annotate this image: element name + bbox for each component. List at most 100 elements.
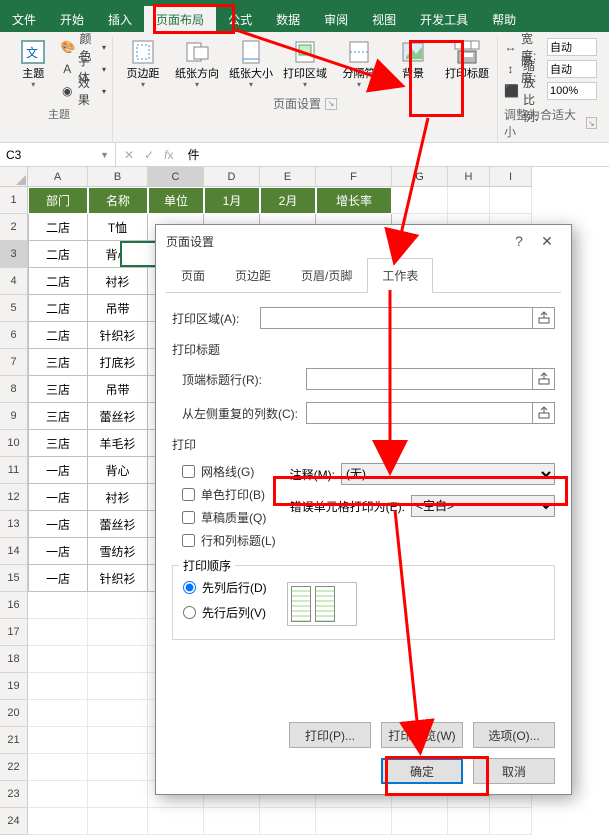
cell[interactable] [490, 808, 532, 835]
cell[interactable] [88, 619, 148, 646]
cancel-formula-icon[interactable]: ✕ [124, 148, 134, 162]
cell[interactable] [88, 727, 148, 754]
col-header[interactable]: C [148, 167, 204, 187]
row-header[interactable]: 18 [0, 646, 28, 673]
options-button[interactable]: 选项(O)... [473, 722, 555, 748]
cell[interactable]: 单位 [148, 187, 204, 214]
dialog-tab-margins[interactable]: 页边距 [220, 258, 286, 293]
cell[interactable] [392, 187, 448, 214]
col-header[interactable]: G [392, 167, 448, 187]
rowcol-headings-checkbox[interactable] [182, 534, 195, 547]
cell[interactable]: 打底衫 [88, 349, 148, 376]
row-header[interactable]: 17 [0, 619, 28, 646]
range-picker-button[interactable] [533, 307, 555, 329]
row-header[interactable]: 10 [0, 430, 28, 457]
cell[interactable]: T恤 [88, 214, 148, 241]
cell[interactable] [148, 808, 204, 835]
tab-review[interactable]: 审阅 [312, 6, 360, 32]
fx-icon[interactable]: fx [164, 148, 173, 162]
comments-select[interactable]: (无) [341, 463, 555, 485]
cell[interactable]: 三店 [28, 376, 88, 403]
range-picker-button[interactable] [533, 402, 555, 424]
tab-formulas[interactable]: 公式 [216, 6, 264, 32]
background-button[interactable]: 背景 [389, 36, 437, 82]
row-header[interactable]: 4 [0, 268, 28, 295]
cell[interactable] [88, 673, 148, 700]
cell[interactable]: 衬衫 [88, 268, 148, 295]
cell[interactable]: 二店 [28, 241, 88, 268]
row-header[interactable]: 15 [0, 565, 28, 592]
cell[interactable] [88, 781, 148, 808]
row-header[interactable]: 1 [0, 187, 28, 214]
cell[interactable] [490, 187, 532, 214]
cell[interactable] [28, 781, 88, 808]
tab-developer[interactable]: 开发工具 [408, 6, 480, 32]
cancel-button[interactable]: 取消 [473, 758, 555, 784]
cell[interactable] [260, 808, 316, 835]
col-header[interactable]: H [448, 167, 490, 187]
cell[interactable]: 1月 [204, 187, 260, 214]
size-button[interactable]: 纸张大小 [227, 36, 275, 91]
cell[interactable] [316, 808, 392, 835]
cell[interactable]: 二店 [28, 295, 88, 322]
cell[interactable]: 2月 [260, 187, 316, 214]
breaks-button[interactable]: 分隔符 [335, 36, 383, 91]
cell[interactable]: 蕾丝衫 [88, 511, 148, 538]
row-header[interactable]: 20 [0, 700, 28, 727]
cell[interactable]: 三店 [28, 430, 88, 457]
col-header[interactable]: E [260, 167, 316, 187]
margins-button[interactable]: 页边距 [119, 36, 167, 91]
tab-data[interactable]: 数据 [264, 6, 312, 32]
col-header[interactable]: D [204, 167, 260, 187]
cell[interactable]: 背心 [88, 457, 148, 484]
dialog-tab-headerfooter[interactable]: 页眉/页脚 [286, 258, 367, 293]
dialog-tab-page[interactable]: 页面 [166, 258, 220, 293]
cell[interactable] [392, 808, 448, 835]
select-all-corner[interactable] [0, 167, 28, 187]
cell[interactable]: 一店 [28, 484, 88, 511]
top-rows-input[interactable] [306, 368, 533, 390]
cell[interactable]: 一店 [28, 457, 88, 484]
dialog-close-button[interactable]: ✕ [533, 233, 561, 250]
cell[interactable] [88, 700, 148, 727]
tab-file[interactable]: 文件 [0, 6, 48, 32]
cell[interactable]: 三店 [28, 349, 88, 376]
row-header[interactable]: 9 [0, 403, 28, 430]
scale-width-input[interactable] [547, 38, 597, 56]
bw-checkbox[interactable] [182, 488, 195, 501]
row-header[interactable]: 22 [0, 754, 28, 781]
row-header[interactable]: 6 [0, 322, 28, 349]
page-setup-launcher[interactable]: ↘ [325, 98, 337, 110]
cell[interactable]: 衬衫 [88, 484, 148, 511]
draft-checkbox[interactable] [182, 511, 195, 524]
cell[interactable] [448, 187, 490, 214]
dialog-help-button[interactable]: ? [505, 233, 533, 249]
cell[interactable] [88, 754, 148, 781]
tab-help[interactable]: 帮助 [480, 6, 528, 32]
cell[interactable]: 一店 [28, 511, 88, 538]
accept-formula-icon[interactable]: ✓ [144, 148, 154, 162]
gridlines-checkbox[interactable] [182, 465, 195, 478]
print-area-input[interactable] [260, 307, 533, 329]
cell[interactable]: 羊毛衫 [88, 430, 148, 457]
cell[interactable]: 增长率 [316, 187, 392, 214]
cell[interactable]: 吊带 [88, 376, 148, 403]
row-header[interactable]: 2 [0, 214, 28, 241]
cell[interactable] [28, 754, 88, 781]
cell[interactable]: 二店 [28, 268, 88, 295]
cell[interactable]: 一店 [28, 565, 88, 592]
cell[interactable] [28, 673, 88, 700]
cell[interactable] [88, 592, 148, 619]
cell[interactable] [204, 808, 260, 835]
cell[interactable] [28, 808, 88, 835]
errors-select[interactable]: <空白> [411, 495, 555, 517]
cell[interactable] [28, 727, 88, 754]
print-titles-button[interactable]: 打印标题 [443, 36, 491, 82]
left-cols-input[interactable] [306, 402, 533, 424]
formula-input[interactable]: 件 [181, 146, 609, 163]
cell[interactable] [28, 592, 88, 619]
row-header[interactable]: 12 [0, 484, 28, 511]
cell[interactable]: 雪纺衫 [88, 538, 148, 565]
dialog-tab-sheet[interactable]: 工作表 [367, 258, 433, 293]
cell[interactable]: 二店 [28, 214, 88, 241]
